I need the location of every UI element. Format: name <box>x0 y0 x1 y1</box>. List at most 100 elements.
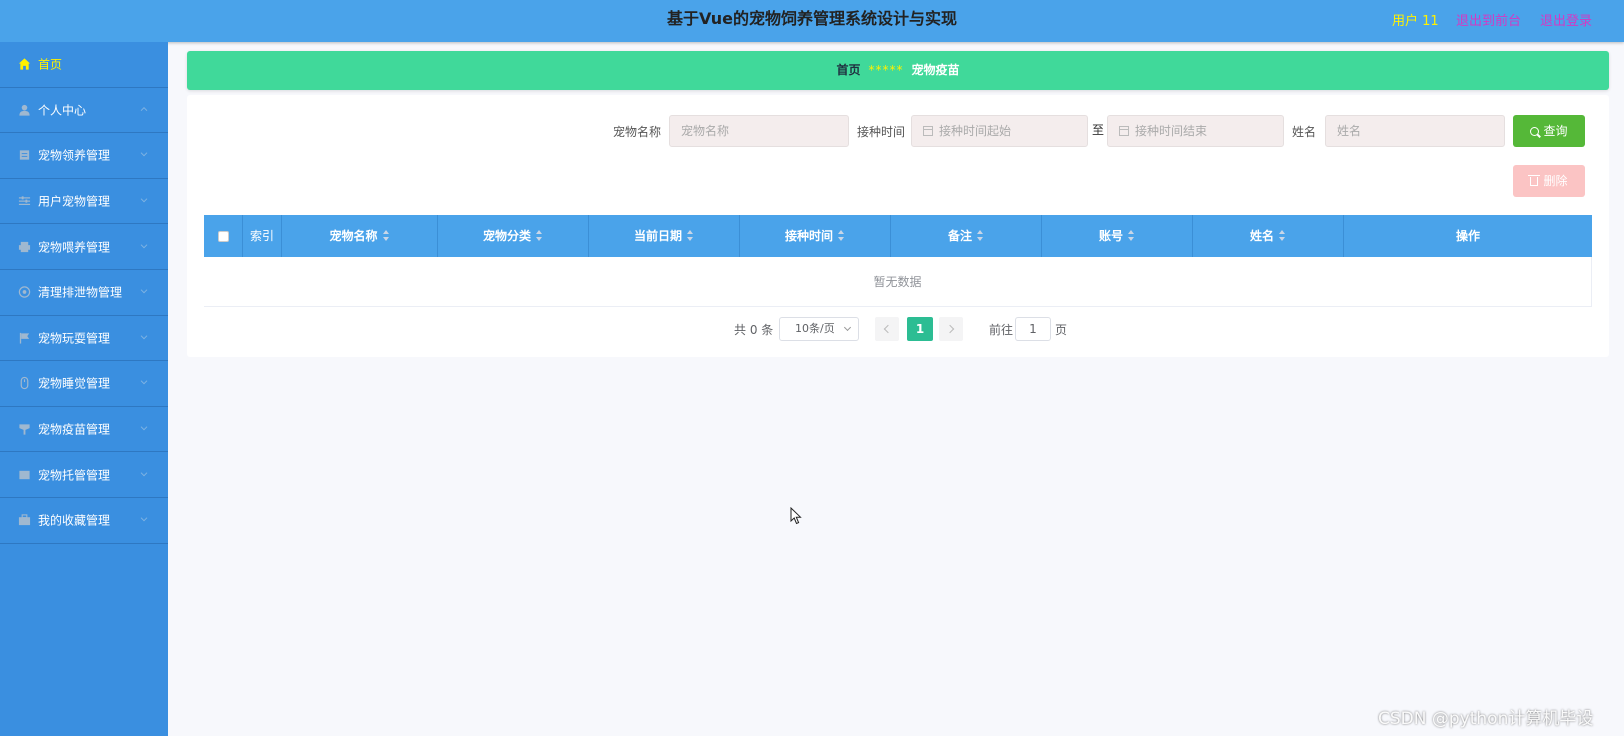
watermark: CSDN @python计算机毕设 <box>1378 709 1594 729</box>
date-range-separator: 至 <box>1092 123 1105 137</box>
sort-icon[interactable] <box>382 230 390 241</box>
aperture-icon <box>18 286 31 298</box>
sidebar-item-label: 首页 <box>38 57 63 72</box>
chevron-down-icon <box>140 517 148 522</box>
sliders-icon <box>18 196 31 206</box>
select-all-checkbox[interactable] <box>218 231 229 242</box>
delete-button-label: 删除 <box>1543 174 1568 188</box>
sidebar-item-label: 宠物领养管理 <box>38 148 111 163</box>
sort-icon[interactable] <box>1279 230 1286 241</box>
back-to-front-link[interactable]: 退出到前台 <box>1456 10 1521 29</box>
prev-page-button[interactable] <box>875 317 899 341</box>
sidebar-item-personal-center[interactable]: 个人中心 <box>0 88 168 134</box>
sidebar-item-label: 宠物喂养管理 <box>38 240 111 255</box>
chevron-down-icon <box>140 471 148 477</box>
sidebar-item-pet-sleep[interactable]: 宠物睡觉管理 <box>0 361 168 407</box>
data-table: 索引 宠物名称 宠物分类 当前日期 接种时间 备注 账号 姓名 操作 暂无数据 <box>204 215 1592 307</box>
vaccine-end-placeholder: 接种时间结束 <box>1135 124 1208 138</box>
sidebar-item-label: 我的收藏管理 <box>38 513 111 528</box>
page-size-select[interactable]: 10条/页 <box>779 317 859 341</box>
sidebar-item-home[interactable]: 首页 <box>0 42 168 88</box>
column-current-date[interactable]: 当前日期 <box>589 215 740 257</box>
sidebar-item-pet-adoption[interactable]: 宠物领养管理 <box>0 133 168 179</box>
mouse-icon <box>20 377 29 390</box>
column-name[interactable]: 姓名 <box>1193 215 1344 257</box>
column-pet-category[interactable]: 宠物分类 <box>438 215 589 257</box>
column-label: 接种时间 <box>784 229 833 243</box>
table-header: 索引 宠物名称 宠物分类 当前日期 接种时间 备注 账号 姓名 操作 <box>204 215 1592 257</box>
column-label: 备注 <box>947 229 972 243</box>
column-label: 账号 <box>1098 229 1123 243</box>
logout-link[interactable]: 退出登录 <box>1540 10 1592 29</box>
breadcrumb-home[interactable]: 首页 <box>836 63 860 77</box>
select-all-cell <box>204 215 243 257</box>
sidebar-item-label: 用户宠物管理 <box>38 194 111 209</box>
column-pet-name[interactable]: 宠物名称 <box>282 215 438 257</box>
next-page-button[interactable] <box>939 317 963 341</box>
sort-icon[interactable] <box>838 230 845 241</box>
search-button[interactable]: 查询 <box>1513 115 1585 147</box>
chevron-up-icon <box>140 106 148 111</box>
main-content: 首页 ***** 宠物疫苗 宠物名称 宠物名称 接种时间 接种时间起始 至 接种时间… <box>168 42 1624 736</box>
sidebar-item-pet-boarding[interactable]: 宠物托管管理 <box>0 452 168 498</box>
name-input[interactable]: 姓名 <box>1325 115 1505 147</box>
breadcrumb-current: 宠物疫苗 <box>911 63 960 77</box>
goto-suffix: 页 <box>1055 323 1068 337</box>
column-remarks[interactable]: 备注 <box>891 215 1042 257</box>
search-icon <box>1530 127 1540 136</box>
vaccine-time-label: 接种时间 <box>857 125 906 139</box>
content-panel: 宠物名称 宠物名称 接种时间 接种时间起始 至 接种时间结束 姓名 姓名 查询 … <box>187 95 1609 357</box>
chevron-down-icon <box>140 244 148 249</box>
current-user: 用户 11 <box>1392 14 1439 29</box>
mouse-cursor-icon <box>790 507 802 525</box>
briefcase-icon <box>18 514 31 526</box>
sidebar-item-label: 宠物玩耍管理 <box>38 331 111 346</box>
column-vaccine-time[interactable]: 接种时间 <box>740 215 891 257</box>
sidebar-item-label: 个人中心 <box>38 103 87 118</box>
calendar-icon <box>1119 126 1129 136</box>
goto-page-input[interactable]: 1 <box>1015 317 1051 341</box>
sidebar-item-label: 宠物睡觉管理 <box>38 376 111 391</box>
home-icon <box>18 58 31 70</box>
sidebar-item-label: 清理排泄物管理 <box>38 285 123 300</box>
breadcrumb: 首页 ***** 宠物疫苗 <box>187 51 1609 90</box>
pet-name-input[interactable]: 宠物名称 <box>669 115 849 147</box>
name-placeholder: 姓名 <box>1337 124 1362 138</box>
sidebar-item-pet-play[interactable]: 宠物玩耍管理 <box>0 316 168 362</box>
flag-icon <box>19 332 30 344</box>
column-label: 宠物名称 <box>329 229 378 243</box>
delete-button[interactable]: 删除 <box>1513 165 1585 197</box>
chevron-down-icon <box>140 289 148 294</box>
document-icon <box>19 150 30 161</box>
calendar-icon <box>923 126 933 136</box>
name-label: 姓名 <box>1292 125 1317 139</box>
chevron-down-icon <box>140 426 148 431</box>
column-index: 索引 <box>243 215 282 257</box>
cup-icon <box>19 424 30 435</box>
sidebar-item-user-pets[interactable]: 用户宠物管理 <box>0 179 168 225</box>
breadcrumb-separator: ***** <box>868 63 904 77</box>
sort-icon[interactable] <box>536 230 543 241</box>
column-account[interactable]: 账号 <box>1042 215 1193 257</box>
sidebar-item-waste-cleaning[interactable]: 清理排泄物管理 <box>0 270 168 316</box>
sidebar-item-my-favorites[interactable]: 我的收藏管理 <box>0 498 168 544</box>
pagination: 共 0 条 10条/页 1 前往 1 页 <box>187 317 1609 341</box>
vaccine-end-date-input[interactable]: 接种时间结束 <box>1107 115 1284 147</box>
chevron-down-icon <box>140 335 148 340</box>
top-header: 基于Vue的宠物饲养管理系统设计与实现 用户 11 退出到前台 退出登录 <box>0 0 1624 42</box>
chevron-down-icon <box>140 198 148 203</box>
sort-icon[interactable] <box>687 230 694 241</box>
printer-icon <box>18 241 31 252</box>
sidebar-item-label: 宠物疫苗管理 <box>38 422 111 437</box>
sidebar: 首页 个人中心 宠物领养管理 用户宠物管理 宠物喂养管理 清理排泄物管理 宠物玩… <box>0 42 168 736</box>
chevron-down-icon <box>140 152 148 157</box>
page-number-1[interactable]: 1 <box>907 317 933 341</box>
sidebar-item-pet-feeding[interactable]: 宠物喂养管理 <box>0 224 168 270</box>
column-label: 操作 <box>1455 229 1480 243</box>
sidebar-item-pet-vaccine[interactable]: 宠物疫苗管理 <box>0 407 168 453</box>
page-size-value: 10条/页 <box>795 322 835 335</box>
vaccine-start-date-input[interactable]: 接种时间起始 <box>911 115 1088 147</box>
sort-icon[interactable] <box>977 230 984 241</box>
sort-icon[interactable] <box>1128 230 1135 241</box>
goto-label: 前往 <box>989 323 1014 337</box>
